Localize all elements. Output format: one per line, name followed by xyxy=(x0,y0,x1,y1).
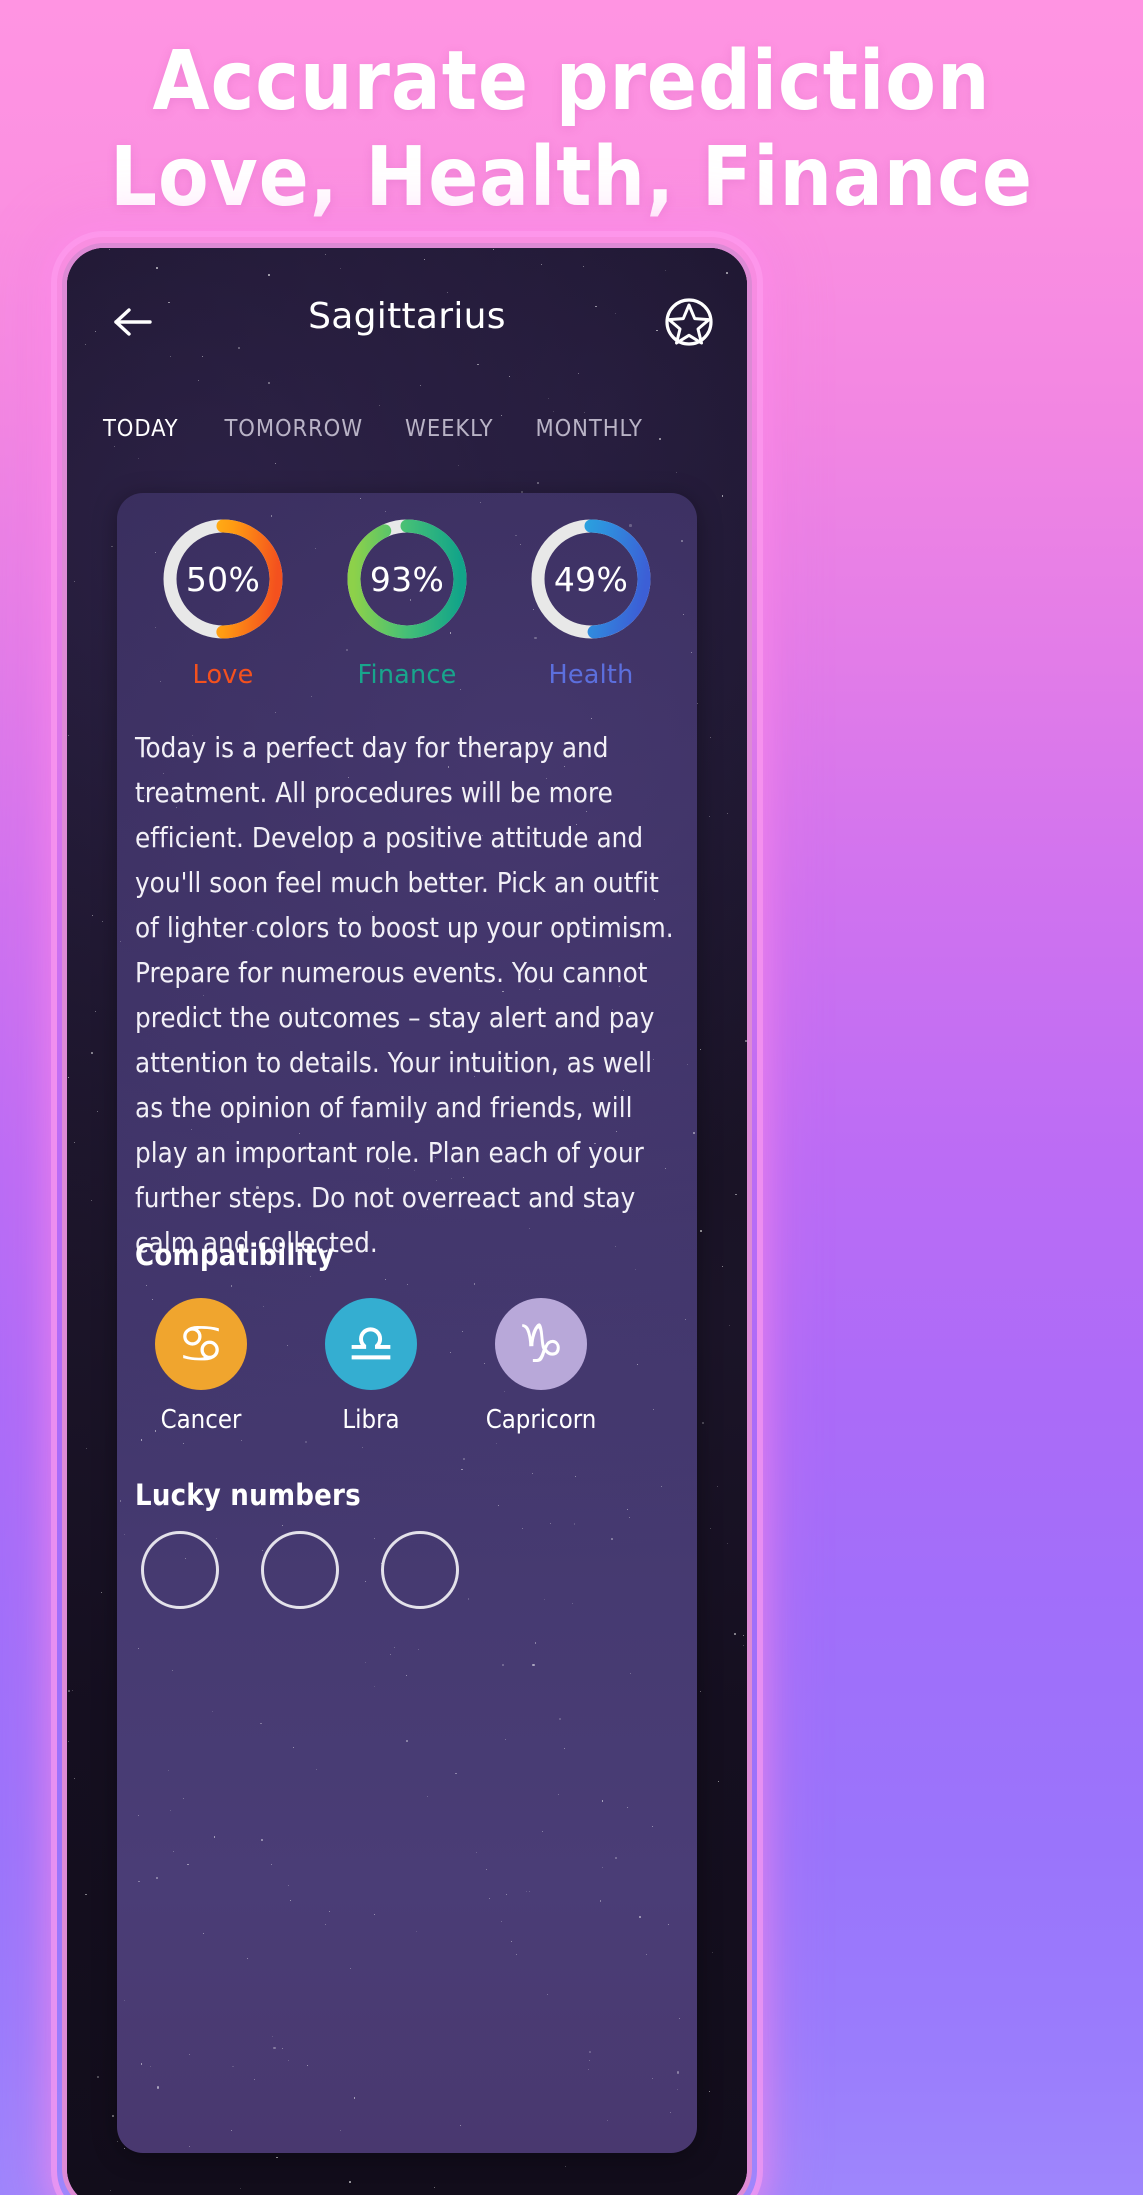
pentagram-star-icon xyxy=(665,298,713,346)
compatibility-item-cancer[interactable]: ♋ Cancer xyxy=(141,1298,261,1435)
lucky-number-ball[interactable] xyxy=(381,1531,459,1609)
score-rings: 50% Love 93% Finance 49% Health xyxy=(117,515,697,690)
libra-sign-icon: ♎ xyxy=(325,1298,417,1390)
cancer-glyph: ♋ xyxy=(177,1313,225,1375)
capricorn-glyph: ♑ xyxy=(517,1313,565,1375)
compatibility-item-capricorn[interactable]: ♑ Capricorn xyxy=(481,1298,601,1435)
ring-finance-label: Finance xyxy=(357,660,457,690)
compatibility-name: Capricorn xyxy=(485,1405,597,1435)
horoscope-text: Today is a perfect day for therapy and t… xyxy=(135,732,674,1259)
horoscope-card: 50% Love 93% Finance 49% Health Today is… xyxy=(117,493,697,2153)
app-bar: Sagittarius xyxy=(67,284,747,360)
lucky-number-ball[interactable] xyxy=(141,1531,219,1609)
phone-frame: Sagittarius TODAY TOMORROW WEEKLY MONTHL… xyxy=(62,243,752,2195)
libra-glyph: ♎ xyxy=(347,1313,395,1375)
period-tabs: TODAY TOMORROW WEEKLY MONTHLY xyxy=(67,408,747,448)
tab-weekly[interactable]: WEEKLY xyxy=(405,408,493,448)
page-title: Sagittarius xyxy=(308,296,506,337)
ring-love: 50% xyxy=(159,515,287,643)
promo-screenshot: Accurate prediction Love, Health, Financ… xyxy=(0,0,1143,2195)
ring-finance: 93% xyxy=(343,515,471,643)
score-ring-health[interactable]: 49% Health xyxy=(511,515,671,690)
promo-headline-line1: Accurate prediction xyxy=(152,34,991,129)
ring-love-value: 50% xyxy=(185,559,261,599)
compatibility-name: Libra xyxy=(342,1405,400,1435)
ring-finance-value: 93% xyxy=(369,559,445,599)
ring-health-value: 49% xyxy=(553,559,629,599)
promo-headline-line2: Love, Health, Finance xyxy=(109,130,1034,225)
score-ring-finance[interactable]: 93% Finance xyxy=(327,515,487,690)
tab-today[interactable]: TODAY xyxy=(103,408,178,448)
tab-monthly[interactable]: MONTHLY xyxy=(535,408,642,448)
compatibility-heading: Compatibility xyxy=(135,1238,335,1272)
compatibility-list: ♋ Cancer ♎ Libra ♑ Capricorn xyxy=(141,1298,641,1435)
ring-health: 49% xyxy=(527,515,655,643)
capricorn-sign-icon: ♑ xyxy=(495,1298,587,1390)
ring-health-label: Health xyxy=(548,660,634,690)
cancer-sign-icon: ♋ xyxy=(155,1298,247,1390)
app-screen: Sagittarius TODAY TOMORROW WEEKLY MONTHL… xyxy=(67,248,747,2195)
compatibility-item-libra[interactable]: ♎ Libra xyxy=(311,1298,431,1435)
lucky-number-ball[interactable] xyxy=(261,1531,339,1609)
lucky-numbers-list xyxy=(141,1531,459,1609)
tab-tomorrow[interactable]: TOMORROW xyxy=(224,408,363,448)
zodiac-wheel-button[interactable] xyxy=(659,292,719,352)
promo-headline: Accurate prediction Love, Health, Financ… xyxy=(0,34,1143,226)
lucky-numbers-heading: Lucky numbers xyxy=(135,1478,361,1512)
score-ring-love[interactable]: 50% Love xyxy=(143,515,303,690)
ring-love-label: Love xyxy=(192,660,254,690)
compatibility-name: Cancer xyxy=(160,1405,242,1435)
